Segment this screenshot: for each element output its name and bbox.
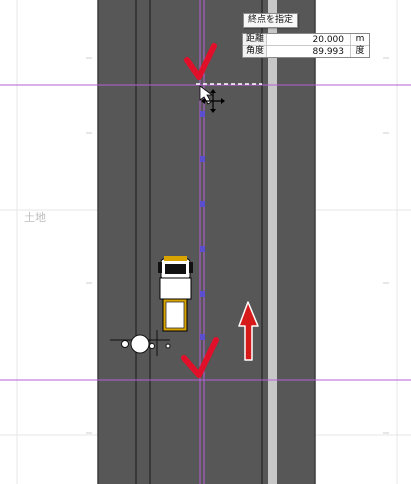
distance-input[interactable] [267,34,350,45]
center-stripe [268,0,277,484]
instruction-tooltip: 終点を指定 [243,13,299,28]
angle-input[interactable] [267,46,350,57]
road-surface [98,0,315,484]
angle-unit: 度 [350,46,369,57]
coordinate-input-panel: 距離 m 角度 度 [242,33,370,58]
cad-canvas[interactable]: 土地 終点を指定 距離 m 角度 度 [0,0,411,484]
angle-label: 角度 [243,46,267,57]
road-plan-drawing[interactable] [0,0,411,484]
angle-row: 角度 度 [243,45,369,57]
distance-row: 距離 m [243,34,369,45]
distance-label: 距離 [243,34,267,45]
distance-unit: m [350,34,369,45]
land-label: 土地 [24,211,46,224]
